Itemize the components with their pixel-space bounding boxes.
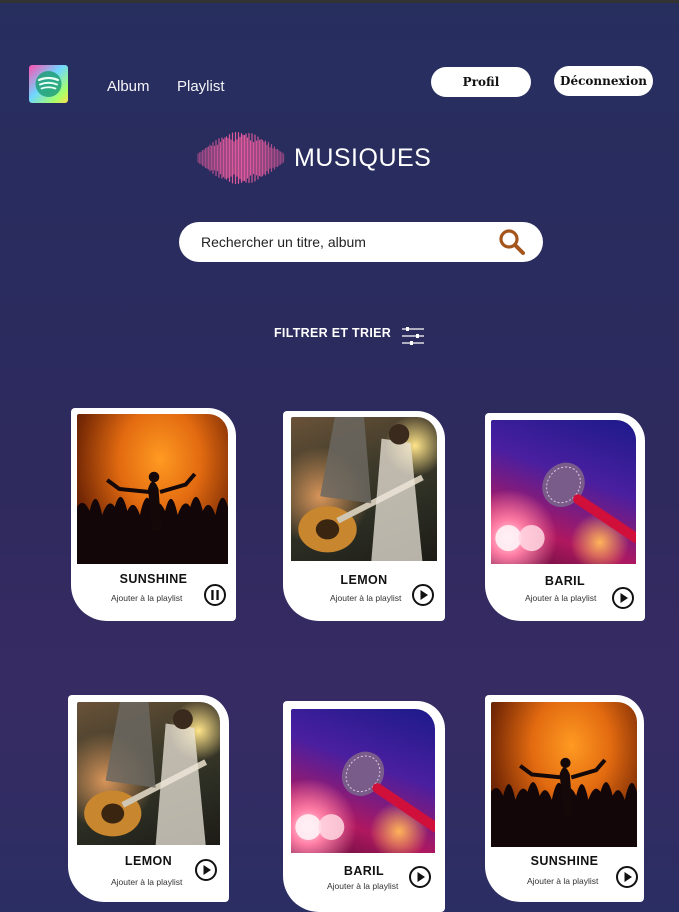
music-card[interactable]: BARIL Ajouter à la playlist [283, 701, 445, 912]
add-to-playlist-link[interactable]: Ajouter à la playlist [527, 876, 598, 886]
music-card[interactable]: SUNSHINE Ajouter à la playlist [485, 695, 644, 902]
add-to-playlist-link[interactable]: Ajouter à la playlist [525, 593, 596, 603]
play-icon[interactable] [411, 583, 435, 607]
soundwave-icon [197, 131, 285, 185]
concert-crowd-cover-image[interactable] [491, 702, 637, 847]
sliders-icon[interactable] [401, 326, 425, 346]
music-card[interactable]: SUNSHINE Ajouter à la playlist [71, 408, 236, 621]
spotify-logo-icon [35, 71, 62, 97]
app-logo[interactable] [29, 65, 68, 103]
guitarist-cover-image[interactable] [77, 702, 220, 845]
add-to-playlist-link[interactable]: Ajouter à la playlist [330, 593, 401, 603]
microphone-cover-image[interactable] [491, 420, 636, 564]
top-border [0, 0, 679, 3]
concert-crowd-cover-image[interactable] [77, 414, 228, 564]
play-icon[interactable] [194, 858, 218, 882]
nav-album-link[interactable]: Album [107, 78, 150, 95]
nav-playlist-link[interactable]: Playlist [177, 78, 225, 95]
play-icon[interactable] [408, 865, 432, 889]
filter-sort-label[interactable]: FILTRER ET TRIER [274, 326, 391, 340]
music-card[interactable]: LEMON Ajouter à la playlist [283, 411, 445, 621]
search-icon[interactable] [497, 227, 527, 257]
music-card[interactable]: BARIL Ajouter à la playlist [485, 413, 645, 621]
add-to-playlist-link[interactable]: Ajouter à la playlist [111, 877, 182, 887]
pause-icon[interactable] [203, 583, 227, 607]
microphone-cover-image[interactable] [291, 709, 435, 853]
profile-button[interactable]: Profil [431, 67, 531, 97]
search-input[interactable] [201, 232, 491, 252]
add-to-playlist-link[interactable]: Ajouter à la playlist [111, 593, 182, 603]
music-card[interactable]: LEMON Ajouter à la playlist [68, 695, 229, 902]
add-to-playlist-link[interactable]: Ajouter à la playlist [327, 881, 398, 891]
logout-button[interactable]: Déconnexion [554, 66, 653, 96]
search-bar [179, 222, 543, 262]
play-icon[interactable] [611, 586, 635, 610]
guitarist-cover-image[interactable] [291, 417, 437, 561]
page-title: MUSIQUES [294, 144, 432, 172]
play-icon[interactable] [615, 865, 639, 889]
